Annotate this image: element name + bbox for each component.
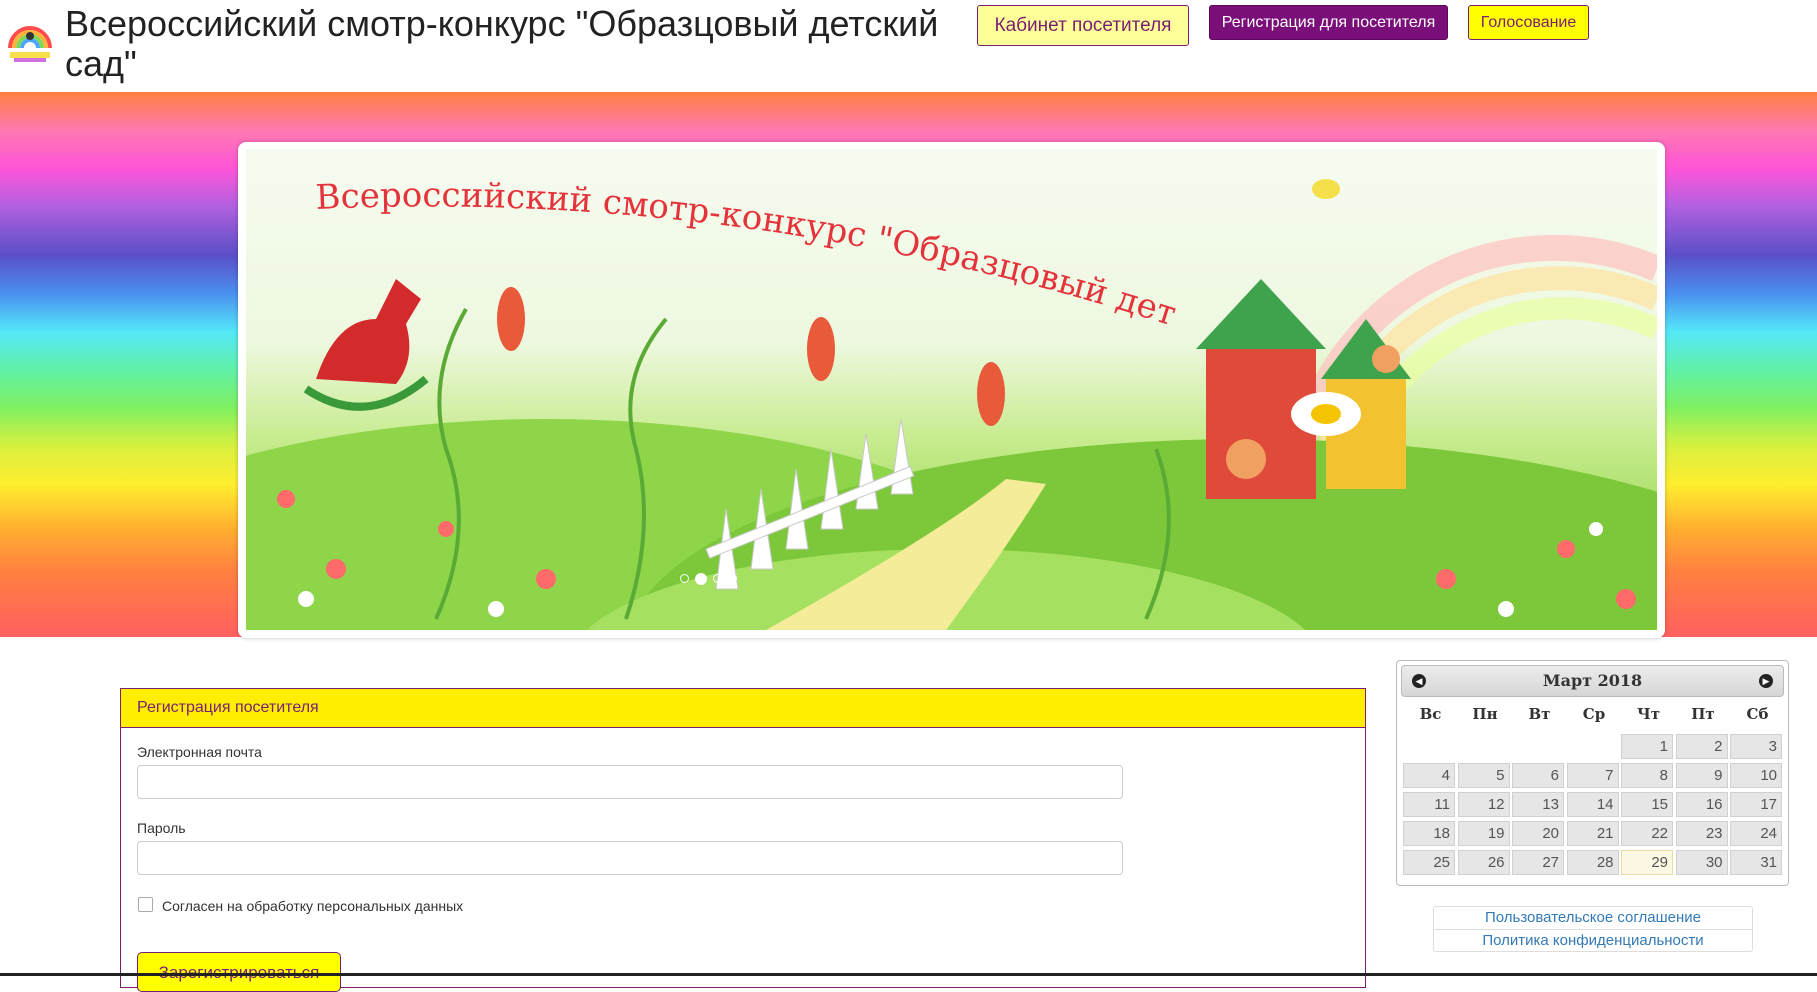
carousel-dot[interactable]	[728, 574, 737, 583]
calendar-day[interactable]: 16	[1675, 792, 1728, 817]
calendar-day[interactable]: 7	[1566, 763, 1619, 788]
calendar-day-today[interactable]: 29	[1621, 850, 1673, 875]
calendar-day[interactable]: 4	[1403, 763, 1455, 788]
calendar-day[interactable]: 25	[1403, 850, 1455, 875]
calendar-day[interactable]: 24	[1730, 821, 1782, 846]
calendar-weekday: Вт	[1528, 705, 1551, 723]
registration-panel: Регистрация посетителя Электронная почта…	[120, 688, 1366, 992]
consent-label: Согласен на обработку персональных данны…	[162, 898, 464, 914]
carousel-dot[interactable]	[713, 574, 722, 583]
calendar-day[interactable]: 15	[1621, 792, 1673, 817]
calendar-day[interactable]: 31	[1730, 850, 1782, 875]
next-month-icon[interactable]: ▶	[1759, 674, 1773, 688]
calendar-day[interactable]: 6	[1512, 763, 1564, 788]
visitor-cabinet-button[interactable]: Кабинет посетителя	[977, 5, 1189, 46]
calendar-day[interactable]: 5	[1457, 763, 1510, 788]
panel-heading: Регистрация посетителя	[121, 689, 1365, 728]
calendar-day[interactable]: 11	[1403, 792, 1455, 817]
calendar-day[interactable]: 26	[1457, 850, 1510, 875]
calendar-day[interactable]: 22	[1621, 821, 1673, 846]
calendar-day[interactable]: 17	[1730, 792, 1782, 817]
calendar-day[interactable]: 30	[1675, 850, 1728, 875]
email-label: Электронная почта	[137, 744, 262, 760]
page-title: Всероссийский смотр-конкурс "Образцовый …	[65, 3, 939, 84]
register-submit-button[interactable]: Зарегистрироваться	[137, 952, 341, 992]
site-logo[interactable]	[4, 14, 56, 66]
calendar-day[interactable]: 19	[1457, 821, 1510, 846]
password-field[interactable]	[137, 841, 1123, 875]
banner-slide: Всероссийский смотр-конкурс "Образцовый …	[246, 149, 1657, 630]
calendar-day[interactable]: 2	[1675, 734, 1728, 759]
calendar-day[interactable]: 9	[1675, 763, 1728, 788]
calendar-weekday: Пн	[1472, 705, 1498, 723]
calendar-day[interactable]: 10	[1730, 763, 1782, 788]
consent-checkbox[interactable]	[138, 897, 153, 912]
calendar-day[interactable]: 14	[1566, 792, 1619, 817]
calendar-day[interactable]: 27	[1512, 850, 1564, 875]
calendar-day[interactable]: 12	[1457, 792, 1510, 817]
calendar-widget: ◀ Март 2018 ▶ Вс Пн Вт Ср Чт Пт Сб 1 2 3 4 5 6 7 8 9 10 1…	[1396, 660, 1789, 886]
calendar-header: ◀ Март 2018 ▶	[1401, 665, 1784, 697]
carousel-indicators[interactable]	[680, 573, 737, 585]
calendar-day[interactable]: 3	[1730, 734, 1782, 759]
banner-title: Всероссийский смотр-конкурс "Образцовый …	[246, 149, 1181, 334]
voting-button[interactable]: Голосование	[1468, 5, 1589, 40]
calendar-day[interactable]: 13	[1512, 792, 1564, 817]
privacy-policy-link[interactable]: Политика конфиденциальности	[1434, 930, 1752, 952]
calendar-day[interactable]: 20	[1512, 821, 1564, 846]
calendar-day[interactable]: 21	[1566, 821, 1619, 846]
carousel-dot[interactable]	[695, 573, 707, 585]
carousel-dot[interactable]	[680, 574, 689, 583]
calendar-day[interactable]: 28	[1566, 850, 1619, 875]
calendar-month-title: Март 2018	[1542, 671, 1643, 690]
visitor-registration-button[interactable]: Регистрация для посетителя	[1209, 5, 1448, 40]
calendar-weekday: Ср	[1582, 705, 1606, 723]
calendar-weekday: Вс	[1419, 705, 1442, 723]
calendar-day[interactable]: 1	[1621, 734, 1673, 759]
calendar-weekday: Сб	[1746, 705, 1769, 723]
email-field[interactable]	[137, 765, 1123, 799]
banner-carousel[interactable]: Всероссийский смотр-конкурс "Образцовый …	[238, 142, 1665, 638]
calendar-weekday: Пт	[1691, 705, 1715, 723]
calendar-day[interactable]: 23	[1675, 821, 1728, 846]
calendar-day[interactable]: 18	[1403, 821, 1455, 846]
calendar-day[interactable]: 8	[1621, 763, 1673, 788]
footer-links: Пользовательское соглашение Политика кон…	[1433, 906, 1753, 952]
user-agreement-link[interactable]: Пользовательское соглашение	[1434, 907, 1752, 930]
calendar-weekday: Чт	[1637, 705, 1660, 723]
password-label: Пароль	[137, 820, 186, 836]
